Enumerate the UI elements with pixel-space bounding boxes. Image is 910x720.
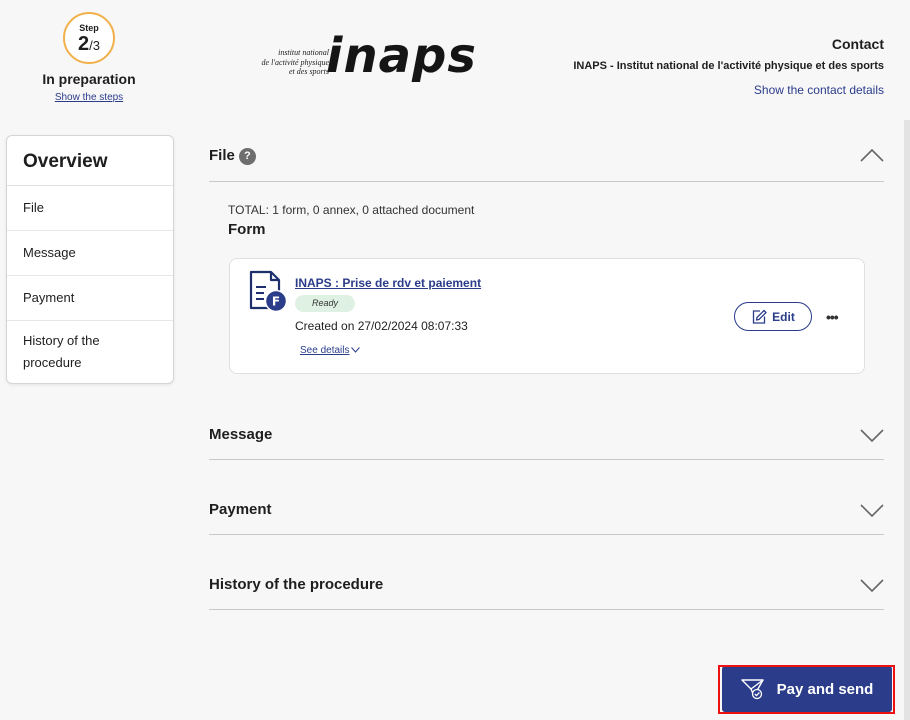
- pay-and-send-button[interactable]: Pay and send: [722, 666, 892, 712]
- logo-wordmark: inaps: [326, 28, 477, 84]
- logo-line-2: de l'activité physique: [261, 57, 329, 67]
- form-link[interactable]: INAPS : Prise de rdv et paiement: [295, 276, 481, 290]
- contact-title: Contact: [831, 36, 884, 52]
- file-section-title: File?: [209, 147, 256, 165]
- step-number: 2/3: [78, 34, 100, 54]
- form-created-date: Created on 27/02/2024 08:07:33: [295, 319, 468, 333]
- logo-line-1: institut national: [278, 48, 329, 57]
- chevron-down-icon[interactable]: [860, 504, 884, 518]
- form-heading: Form: [228, 221, 266, 238]
- logo-line-3: et des sports: [289, 67, 329, 76]
- file-total: TOTAL: 1 form, 0 annex, 0 attached docum…: [228, 203, 475, 217]
- pay-and-send-label: Pay and send: [776, 680, 874, 698]
- chevron-up-icon[interactable]: [860, 148, 884, 162]
- status-badge: Ready: [295, 295, 355, 312]
- help-icon[interactable]: ?: [238, 147, 256, 165]
- form-card: F INAPS : Prise de rdv et paiement Ready…: [229, 258, 865, 374]
- contact-block: Contact INAPS - Institut national de l'a…: [573, 36, 884, 97]
- contact-organization: INAPS - Institut national de l'activité …: [573, 60, 884, 72]
- overview-sidebar: Overview File Message Payment History of…: [6, 135, 174, 384]
- logo-subtitle: institut national de l'activité physique…: [229, 48, 329, 77]
- more-options-icon[interactable]: •••: [826, 309, 839, 325]
- form-icon-letter: F: [272, 295, 280, 309]
- message-section-header[interactable]: Message: [209, 413, 884, 460]
- history-section-title: History of the procedure: [209, 576, 384, 593]
- payment-section-title: Payment: [209, 501, 272, 518]
- sidebar-item-message[interactable]: Message: [7, 231, 173, 276]
- step-circle: Step 2/3: [63, 12, 115, 64]
- sidebar-item-file[interactable]: File: [7, 186, 173, 231]
- form-document-icon: F: [249, 270, 287, 313]
- chevron-down-icon[interactable]: [860, 429, 884, 443]
- file-title-text: File: [209, 147, 235, 164]
- step-current: 2: [78, 33, 90, 55]
- see-details-text: See details: [300, 345, 350, 356]
- inaps-logo: institut national de l'activité physique…: [236, 28, 476, 96]
- payment-section-header[interactable]: Payment: [209, 488, 884, 535]
- see-details-link[interactable]: See details: [300, 345, 361, 356]
- scrollbar[interactable]: [904, 120, 910, 720]
- chevron-down-icon[interactable]: [860, 579, 884, 593]
- sidebar-heading: Overview: [7, 136, 173, 186]
- file-section-header[interactable]: File?: [209, 134, 884, 182]
- message-section-title: Message: [209, 426, 273, 443]
- step-indicator: Step 2/3 In preparation Show the steps: [0, 8, 178, 105]
- edit-button-label: Edit: [772, 309, 795, 324]
- edit-pencil-icon: [753, 309, 767, 324]
- show-contact-details-link[interactable]: Show the contact details: [573, 83, 884, 97]
- show-steps-link[interactable]: Show the steps: [55, 92, 123, 103]
- send-plane-icon: [740, 679, 764, 700]
- edit-button[interactable]: Edit: [734, 302, 812, 331]
- step-label: Step: [79, 23, 99, 33]
- sidebar-item-payment[interactable]: Payment: [7, 276, 173, 321]
- history-section-header[interactable]: History of the procedure: [209, 563, 884, 610]
- step-status: In preparation: [42, 71, 136, 87]
- step-total: /3: [89, 38, 100, 53]
- chevron-down-small-icon: [351, 347, 361, 353]
- sidebar-item-history[interactable]: History of the procedure: [7, 321, 173, 383]
